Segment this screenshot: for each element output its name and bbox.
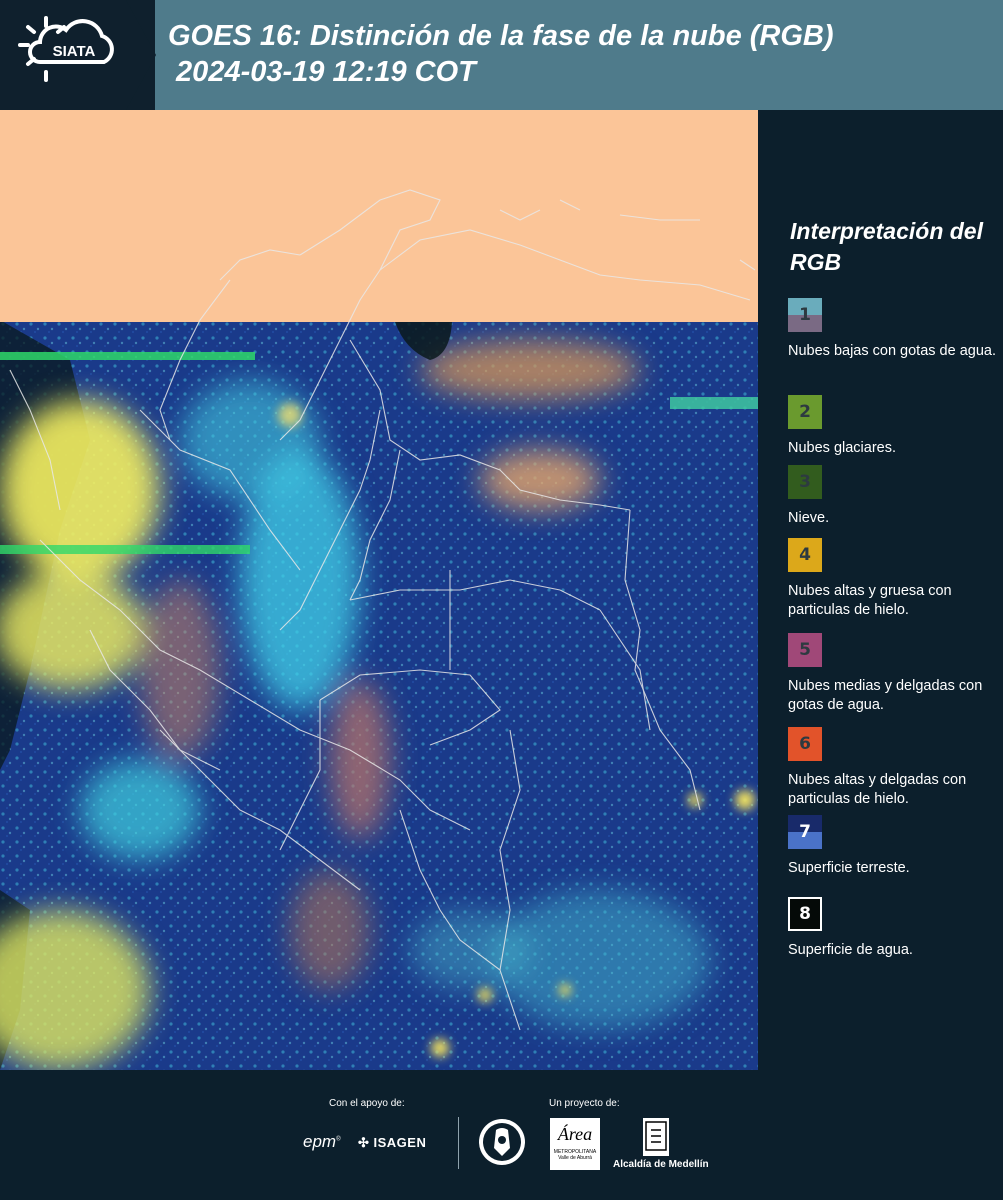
legend-number: 4 <box>799 545 811 565</box>
legend-swatch: 1 <box>788 298 822 332</box>
seal-logo <box>478 1118 526 1166</box>
legend-item: 5 Nubes medias y delgadas con gotas de ag… <box>788 633 998 715</box>
legend-item: 4 Nubes altas y gruesa con particulas de … <box>788 538 998 620</box>
area-metropolitana-logo: Área METROPOLITANA Valle de Aburrá <box>550 1118 600 1170</box>
legend-swatch: 7 <box>788 815 822 849</box>
siata-logo-text: SIATA <box>53 43 96 60</box>
rgb-satellite-image <box>0 110 758 1070</box>
legend-item: 8 Superficie de agua. <box>788 897 998 960</box>
legend-number: 8 <box>799 904 811 924</box>
legend-number: 6 <box>799 734 811 754</box>
logo-arrow <box>126 0 156 110</box>
footer-divider <box>458 1117 459 1169</box>
legend-label: Nubes altas y delgadas con particulas de… <box>788 772 967 807</box>
legend-title: Interpretación del RGB <box>790 218 983 275</box>
epm-logo: epm® <box>303 1132 341 1151</box>
legend-swatch: 5 <box>788 633 822 667</box>
legend-swatch: 8 <box>788 897 822 931</box>
alcaldia-label: Alcaldía de Medellín <box>613 1159 709 1170</box>
legend-swatch: 4 <box>788 538 822 572</box>
legend-label: Nubes altas y gruesa con particulas de h… <box>788 583 952 618</box>
isagen-logo: ✣ ISAGEN <box>358 1135 427 1150</box>
legend-label: Superficie terreste. <box>788 860 910 876</box>
legend-item: 6 Nubes altas y delgadas con particulas d… <box>788 727 998 809</box>
legend-number: 2 <box>799 402 811 422</box>
legend-label: Nubes bajas con gotas de agua. <box>788 343 996 359</box>
legend-label: Nubes glaciares. <box>788 440 896 456</box>
legend-swatch: 3 <box>788 465 822 499</box>
project-label: Un proyecto de: <box>549 1098 620 1109</box>
legend-number: 5 <box>799 640 811 660</box>
legend-label: Nieve. <box>788 510 830 526</box>
sun-cloud-icon: SIATA <box>18 16 114 82</box>
alcaldia-shield-icon <box>643 1118 669 1156</box>
legend-item: 3 Nieve. <box>788 465 998 528</box>
legend-number: 3 <box>799 472 811 492</box>
legend-item: 2 Nubes glaciares. <box>788 395 998 458</box>
legend-swatch: 6 <box>788 727 822 761</box>
legend-item: 1 Nubes bajas con gotas de agua. <box>788 298 998 361</box>
legend-number: 1 <box>799 305 811 325</box>
legend-number: 7 <box>799 822 811 842</box>
legend-label: Nubes medias y delgadas con gotas de agu… <box>788 678 983 713</box>
satellite-map[interactable] <box>0 110 758 1070</box>
page-title: GOES 16: Distinción de la fase de la nub… <box>168 20 834 88</box>
legend-item: 7 Superficie terreste. <box>788 815 998 878</box>
no-data-area <box>0 110 758 322</box>
isagen-star-icon: ✣ <box>358 1135 374 1150</box>
legend-swatch: 2 <box>788 395 822 429</box>
legend-label: Superficie de agua. <box>788 942 913 958</box>
support-label: Con el apoyo de: <box>329 1098 405 1109</box>
